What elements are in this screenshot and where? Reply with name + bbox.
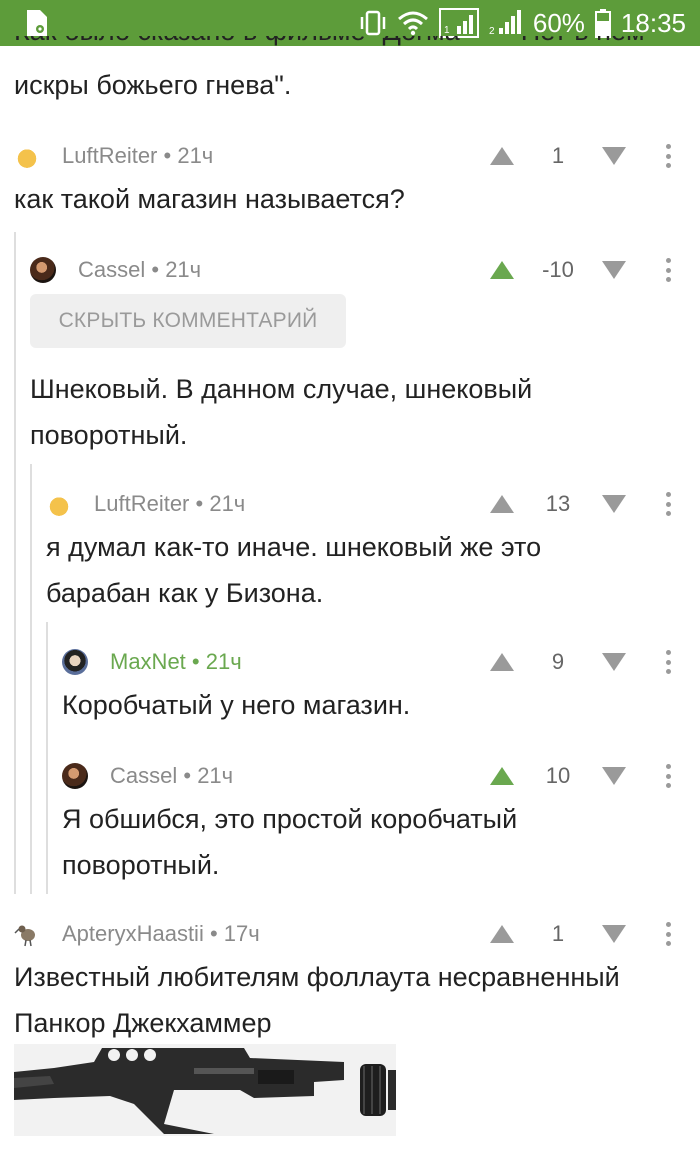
more-options-icon[interactable]	[666, 650, 672, 674]
comment-header: LuftReiter • 21ч	[14, 136, 213, 176]
more-options-icon[interactable]	[666, 492, 672, 516]
comment-header: LuftReiter • 21ч	[46, 484, 245, 524]
battery-percent: 60%	[532, 7, 585, 38]
previous-comment-line-cut: Как было сказано в фильме "Догма" — "Нет…	[14, 36, 645, 46]
upvote-arrow-icon[interactable]	[490, 925, 514, 943]
comment-author[interactable]: ApteryxHaastii • 17ч	[62, 921, 260, 947]
shotgun-picture	[14, 1044, 396, 1136]
thread-line-level-1[interactable]	[14, 232, 16, 894]
upvote-arrow-icon[interactable]	[490, 495, 514, 513]
signal-sim1-icon: 1	[438, 8, 479, 38]
battery-icon	[594, 9, 611, 38]
comment-header: Cassel • 21ч	[62, 756, 233, 796]
signal-sim2-icon: 2	[489, 10, 521, 37]
upvote-arrow-icon[interactable]	[490, 767, 514, 785]
thread-line-level-3[interactable]	[46, 622, 48, 894]
comment-text: Шнековый. В данном случае, шнековый пово…	[30, 374, 533, 450]
cheese-avatar-icon[interactable]	[46, 491, 72, 517]
previous-comment-text: Как было сказано в фильме "Догма" — "Нет…	[14, 36, 694, 100]
downvote-arrow-icon[interactable]	[602, 925, 626, 943]
vote-controls: -10	[490, 250, 626, 290]
file-settings-icon	[27, 10, 47, 36]
comment-score: 10	[545, 763, 571, 788]
comment-text: Известный любителям фоллаута несравненны…	[14, 962, 620, 1038]
downvote-arrow-icon[interactable]	[602, 653, 626, 671]
downvote-arrow-icon[interactable]	[602, 495, 626, 513]
vibrate-icon	[360, 10, 386, 36]
comment-text: Коробчатый у него магазин.	[62, 690, 411, 720]
comment-author[interactable]: MaxNet • 21ч	[110, 649, 242, 675]
vote-controls: 1	[490, 914, 626, 954]
more-options-icon[interactable]	[666, 144, 672, 168]
weapon-image[interactable]	[14, 1044, 396, 1136]
comment-author[interactable]: LuftReiter • 21ч	[62, 143, 213, 169]
comment-score: 9	[551, 649, 565, 674]
user-photo-avatar-icon[interactable]	[62, 763, 88, 789]
vote-controls: 10	[490, 756, 626, 796]
upvote-arrow-icon[interactable]	[490, 147, 514, 165]
bird-avatar-icon[interactable]	[14, 921, 40, 947]
comment-author[interactable]: Cassel • 21ч	[110, 763, 233, 789]
comment-author[interactable]: Cassel • 21ч	[78, 257, 201, 283]
downvote-arrow-icon[interactable]	[602, 767, 626, 785]
cheese-avatar-icon[interactable]	[14, 143, 40, 169]
vote-controls: 13	[490, 484, 626, 524]
wifi-icon	[397, 11, 428, 36]
more-options-icon[interactable]	[666, 922, 672, 946]
comment-score: -10	[542, 257, 574, 282]
comment-text: я думал как-то иначе. шнековый же это ба…	[46, 532, 542, 608]
comment-author[interactable]: LuftReiter • 21ч	[94, 491, 245, 517]
comment-score: 1	[551, 143, 565, 168]
more-options-icon[interactable]	[666, 764, 672, 788]
comment-header: ApteryxHaastii • 17ч	[14, 914, 260, 954]
comment-text: Я обшибся, это простой коробчатый поворо…	[62, 804, 518, 880]
downvote-arrow-icon[interactable]	[602, 261, 626, 279]
comment-header: MaxNet • 21ч	[62, 642, 242, 682]
comment-score: 13	[545, 491, 571, 516]
anime-avatar-icon[interactable]	[62, 649, 88, 675]
upvote-arrow-icon[interactable]	[490, 653, 514, 671]
more-options-icon[interactable]	[666, 258, 672, 282]
downvote-arrow-icon[interactable]	[602, 147, 626, 165]
comment-score: 1	[551, 921, 565, 946]
user-photo-avatar-icon[interactable]	[30, 257, 56, 283]
upvote-arrow-icon[interactable]	[490, 261, 514, 279]
vote-controls: 1	[490, 136, 626, 176]
comment-text: как такой магазин называется?	[14, 184, 405, 214]
thread-line-level-2[interactable]	[30, 464, 32, 894]
previous-comment-line: искры божьего гнева".	[14, 70, 292, 100]
vote-controls: 9	[490, 642, 626, 682]
hide-comment-button[interactable]: СКРЫТЬ КОММЕНТАРИЙ	[30, 294, 346, 348]
clock: 18:35	[620, 7, 686, 38]
comment-header: Cassel • 21ч	[30, 250, 201, 290]
svg-text:1: 1	[444, 25, 450, 36]
